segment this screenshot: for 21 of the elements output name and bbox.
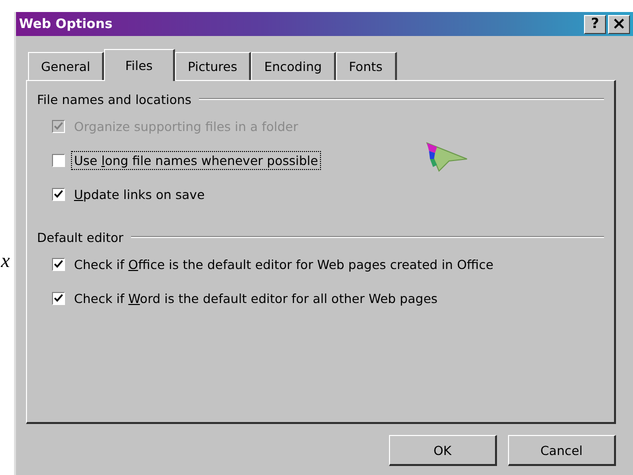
checkbox-label[interactable]: Check if Office is the default editor for Web pages created in Office xyxy=(71,254,496,274)
ok-button[interactable]: OK xyxy=(389,435,497,466)
tab[interactable]: Encoding xyxy=(251,52,336,80)
cancel-button[interactable]: Cancel xyxy=(508,435,616,466)
checkbox-label[interactable]: Use long file names whenever possible xyxy=(71,150,322,170)
group-label: File names and locations xyxy=(37,92,192,106)
checkbox[interactable] xyxy=(52,154,65,166)
checkbox-label[interactable]: Check if Word is the default editor for all other Web pages xyxy=(71,288,441,308)
help-button[interactable]: ? xyxy=(584,14,606,34)
checkbox-label[interactable]: Update links on save xyxy=(71,184,208,204)
checkbox[interactable] xyxy=(52,258,65,270)
checkbox[interactable] xyxy=(52,292,65,304)
window-title: Web Options xyxy=(19,16,112,32)
close-button[interactable]: × xyxy=(608,14,630,34)
italic-letter: x xyxy=(1,250,10,273)
checkbox[interactable] xyxy=(52,188,65,200)
tab[interactable]: Files xyxy=(104,49,175,81)
tab[interactable]: Pictures xyxy=(174,52,252,80)
group-label: Default editor xyxy=(37,230,124,244)
tab[interactable]: General xyxy=(28,52,104,80)
tab[interactable]: Fonts xyxy=(336,52,397,80)
